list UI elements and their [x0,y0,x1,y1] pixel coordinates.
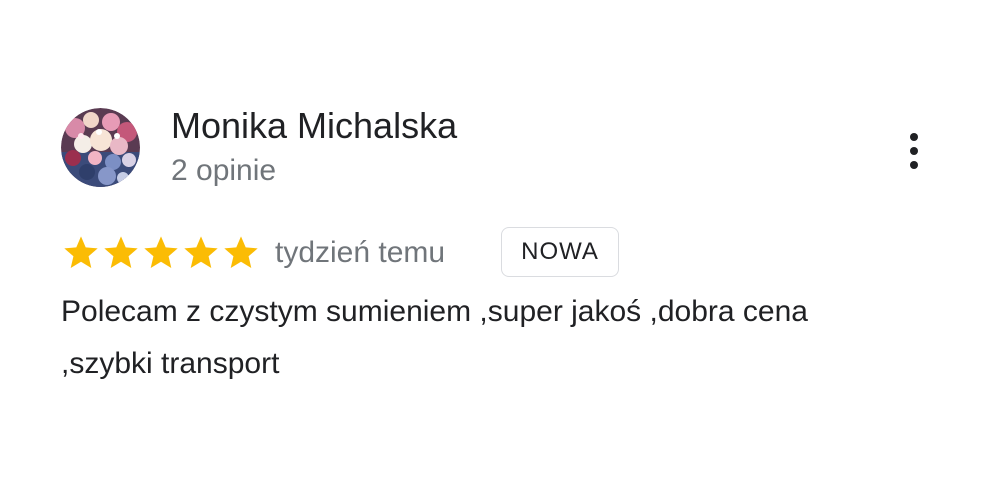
reviewer-avatar[interactable] [61,108,140,187]
review-card: Monika Michalska 2 opinie tydzień temu N… [0,0,1000,500]
review-date: tydzień temu [275,236,446,269]
reviewer-name[interactable]: Monika Michalska [171,104,457,148]
star-rating [61,232,261,274]
star-icon [184,236,218,268]
more-vertical-icon [910,133,918,169]
avatar-image [61,108,140,187]
star-icon [224,236,258,268]
reviewer-review-count: 2 opinie [171,154,277,187]
star-icon [144,236,178,268]
review-text: Polecam z czystym sumieniem ,super jakoś… [61,295,808,380]
star-icon [64,236,98,268]
more-options-button[interactable] [896,126,932,176]
new-badge: NOWA [501,227,619,277]
star-icon [104,236,138,268]
